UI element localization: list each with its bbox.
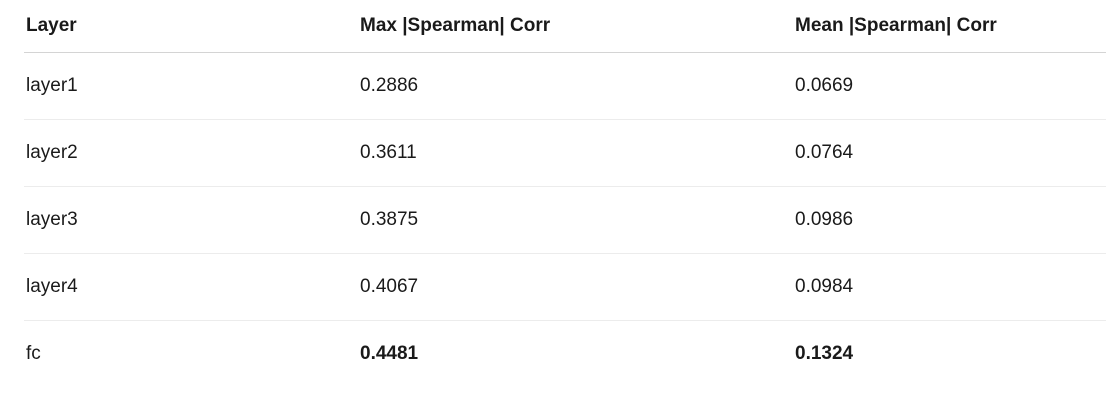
cell-mean-corr: 0.0764 (793, 119, 1106, 187)
correlation-table-container: Layer Max |Spearman| Corr Mean |Spearman… (24, 0, 1106, 387)
header-mean-spearman-corr: Mean |Spearman| Corr (793, 0, 1106, 53)
cell-mean-corr: 0.0986 (793, 186, 1106, 254)
cell-mean-corr: 0.0984 (793, 253, 1106, 321)
cell-layer: fc (26, 343, 41, 364)
table-row: layer2 0.3611 0.0764 (24, 119, 1106, 187)
table-header-row: Layer Max |Spearman| Corr Mean |Spearman… (24, 0, 1106, 53)
header-max-spearman-corr: Max |Spearman| Corr (358, 0, 793, 53)
table-row: layer4 0.4067 0.0984 (24, 253, 1106, 321)
table-row: layer3 0.3875 0.0986 (24, 186, 1106, 254)
cell-layer: layer2 (24, 119, 358, 187)
cell-max-corr: 0.2886 (358, 52, 793, 120)
correlation-table: Layer Max |Spearman| Corr Mean |Spearman… (24, 0, 1106, 387)
cell-max-corr: 0.3875 (358, 186, 793, 254)
cell-max-corr: 0.3611 (358, 119, 793, 187)
cell-max-corr: 0.4067 (358, 253, 793, 321)
cell-max-corr: 0.4481 (360, 343, 419, 364)
cell-mean-corr: 0.0669 (793, 52, 1106, 120)
cell-layer: layer3 (24, 186, 358, 254)
header-layer: Layer (24, 0, 358, 53)
cell-layer: layer4 (24, 253, 358, 321)
cell-layer: layer1 (24, 52, 358, 120)
table-row: layer1 0.2886 0.0669 (24, 52, 1106, 120)
table-row: fc 0.4481 0.1324 (24, 321, 1106, 388)
cell-mean-corr: 0.1324 (795, 343, 854, 364)
